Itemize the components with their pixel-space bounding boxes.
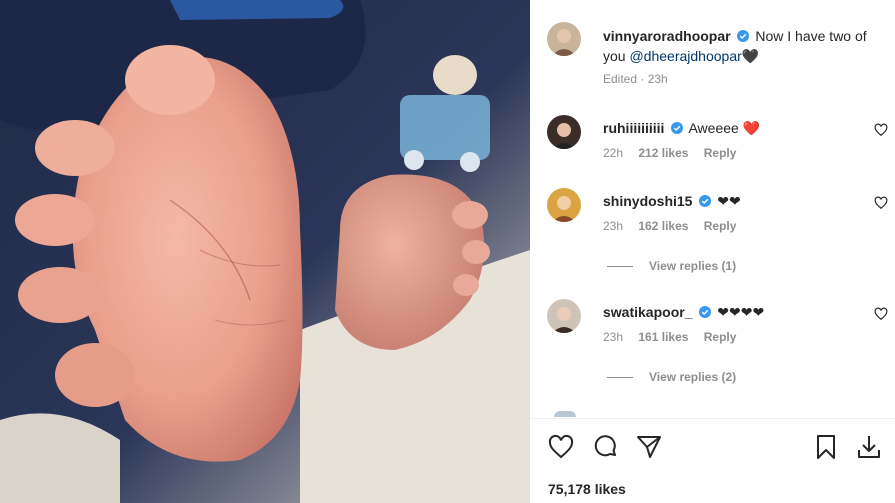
view-replies-label[interactable]: View replies (2) — [649, 370, 736, 384]
comment-time: 22h — [603, 146, 624, 160]
like-comment-heart-icon[interactable] — [874, 307, 888, 321]
comment-text: Aweeee ❤️ — [688, 120, 761, 136]
comment-likes[interactable]: 162 likes — [638, 219, 688, 233]
comment-item: shinydoshi15 ❤❤ 23h 162 likes Reply — [547, 188, 892, 248]
caption-emoji: 🖤 — [741, 48, 760, 64]
post-author[interactable]: vinnyaroradhoopar — [603, 28, 731, 44]
comments-panel: vinnyaroradhoopar Now I have two of you … — [530, 0, 895, 503]
avatar[interactable] — [554, 411, 576, 417]
verified-icon — [737, 30, 750, 42]
avatar[interactable] — [547, 299, 581, 333]
comment-likes[interactable]: 161 likes — [638, 330, 688, 344]
verified-icon — [671, 122, 684, 134]
verified-icon — [699, 195, 712, 207]
comment-item: swatikapoor_ ❤❤❤❤ 23h 161 likes Reply — [547, 299, 892, 359]
post-photo[interactable] — [0, 0, 530, 503]
avatar[interactable] — [547, 188, 581, 222]
comment-likes[interactable]: 212 likes — [638, 146, 688, 160]
comment-text: ❤❤ — [717, 193, 741, 209]
post-time: 23h — [647, 72, 668, 86]
reply-button[interactable]: Reply — [704, 330, 737, 344]
like-heart-icon[interactable] — [547, 433, 575, 461]
avatar[interactable] — [547, 22, 581, 56]
bookmark-icon[interactable] — [812, 433, 840, 461]
like-comment-heart-icon[interactable] — [874, 123, 888, 137]
actions-divider — [530, 418, 895, 419]
post-actions — [530, 433, 895, 463]
view-replies-button[interactable]: View replies (1) — [607, 259, 736, 273]
replies-divider-line — [607, 377, 633, 379]
comment-username[interactable]: swatikapoor_ — [603, 304, 692, 320]
comment-time: 23h — [603, 219, 624, 233]
share-icon[interactable] — [635, 433, 663, 461]
caption-mention[interactable]: @dheerajdhoopar — [629, 48, 741, 64]
replies-divider-line — [607, 266, 633, 268]
comment-text: ❤❤❤❤ — [717, 304, 765, 320]
comment-item: ruhiiiiiiiiii Aweeee ❤️ 22h 212 likes Re… — [547, 115, 892, 175]
caption-meta: Edited · 23h — [603, 72, 668, 86]
comment-username[interactable]: ruhiiiiiiiiii — [603, 120, 664, 136]
edited-label: Edited — [603, 72, 638, 86]
like-comment-heart-icon[interactable] — [874, 196, 888, 210]
reply-button[interactable]: Reply — [704, 219, 737, 233]
verified-icon — [699, 306, 712, 318]
comment-icon[interactable] — [591, 433, 619, 461]
view-replies-label[interactable]: View replies (1) — [649, 259, 736, 273]
comment-username[interactable]: shinydoshi15 — [603, 193, 692, 209]
avatar[interactable] — [547, 115, 581, 149]
baby-feet-image — [0, 0, 530, 503]
reply-button[interactable]: Reply — [704, 146, 737, 160]
comment-time: 23h — [603, 330, 624, 344]
download-icon[interactable] — [855, 433, 883, 461]
post-likes-count[interactable]: 75,178 likes — [548, 481, 626, 497]
view-replies-button[interactable]: View replies (2) — [607, 370, 736, 384]
